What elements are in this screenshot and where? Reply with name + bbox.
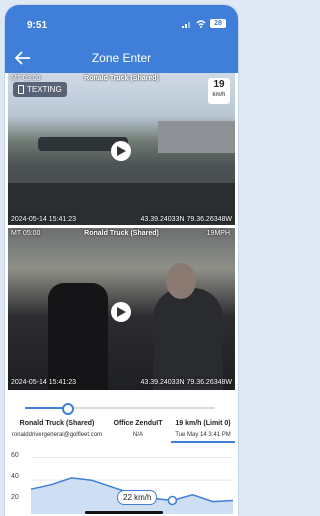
speed-value: 19 (213, 79, 225, 90)
speed-limit: 19 km/h (Limit 0) (175, 420, 231, 427)
speed-badge: 19 km/h (208, 78, 230, 104)
video-timestamp: 2024-05-14 15:41:23 (11, 216, 76, 223)
driver-shape (153, 288, 223, 390)
scrubber-handle[interactable] (62, 403, 74, 415)
event-date: Tue May 14 3:41 PM (175, 432, 231, 438)
speed-chart (30, 457, 234, 514)
home-indicator (85, 511, 163, 514)
camera-label: Ronald Truck (Shared) (84, 230, 159, 237)
play-icon (117, 146, 126, 156)
video-scrubber[interactable] (25, 403, 215, 415)
speed-graph: 60 40 20 22 km/h (5, 450, 238, 516)
video-timestamp: 2024-05-14 15:41:23 (11, 379, 76, 386)
vehicle-column: Ronald Truck (Shared) ronalddrivergenera… (9, 420, 105, 438)
signal-icon (182, 21, 190, 28)
scrubber-progress (25, 407, 67, 409)
texting-tag: TEXTING (13, 82, 67, 97)
scrubber-track (67, 407, 215, 409)
clock: 9:51 (27, 20, 48, 31)
speed-overlay: 19MPH (206, 230, 230, 237)
video-coordinates: 43.39.24033N 79.36.26348W (140, 216, 232, 223)
phone-screen: 9:51 28 Zone Enter MT 03:00 Ronald Truck… (5, 5, 238, 516)
phone-icon (18, 85, 24, 94)
video-coordinates: 43.39.24033N 79.36.26348W (140, 379, 232, 386)
office-column: Office ZenduIT N/A (109, 420, 167, 438)
status-bar: 9:51 28 (5, 5, 238, 43)
driver-email: ronalddrivergeneral@golfleet.com (11, 432, 103, 438)
texting-label: TEXTING (27, 85, 62, 94)
current-speed-point[interactable] (167, 495, 178, 506)
driver-camera-video[interactable]: MT 05:00 Ronald Truck (Shared) 19MPH 202… (8, 228, 235, 390)
speed-tooltip: 22 km/h (117, 490, 158, 505)
system-icons: 28 (182, 19, 226, 28)
app-bar: Zone Enter (5, 43, 238, 73)
office-name: Office ZenduIT (113, 420, 163, 427)
office-sub: N/A (132, 432, 143, 438)
play-icon (117, 307, 126, 317)
front-camera-video[interactable]: MT 03:00 Ronald Truck (Shared) TEXTING 1… (8, 73, 235, 225)
driver-head-blurred (166, 263, 196, 299)
wifi-icon (196, 19, 206, 28)
speed-column[interactable]: 19 km/h (Limit 0) Tue May 14 3:41 PM (171, 420, 235, 443)
play-button-bottom[interactable] (111, 302, 131, 322)
play-button-top[interactable] (111, 141, 131, 161)
speed-unit: km/h (212, 92, 226, 98)
vehicle-name: Ronald Truck (Shared) (19, 420, 95, 427)
battery-icon: 28 (210, 19, 226, 28)
seat-shape (48, 283, 108, 390)
event-info: Ronald Truck (Shared) ronalddrivergenera… (5, 420, 238, 450)
camera-label: Ronald Truck (Shared) (84, 75, 159, 82)
building-shape (158, 121, 235, 153)
page-title: Zone Enter (91, 51, 152, 65)
